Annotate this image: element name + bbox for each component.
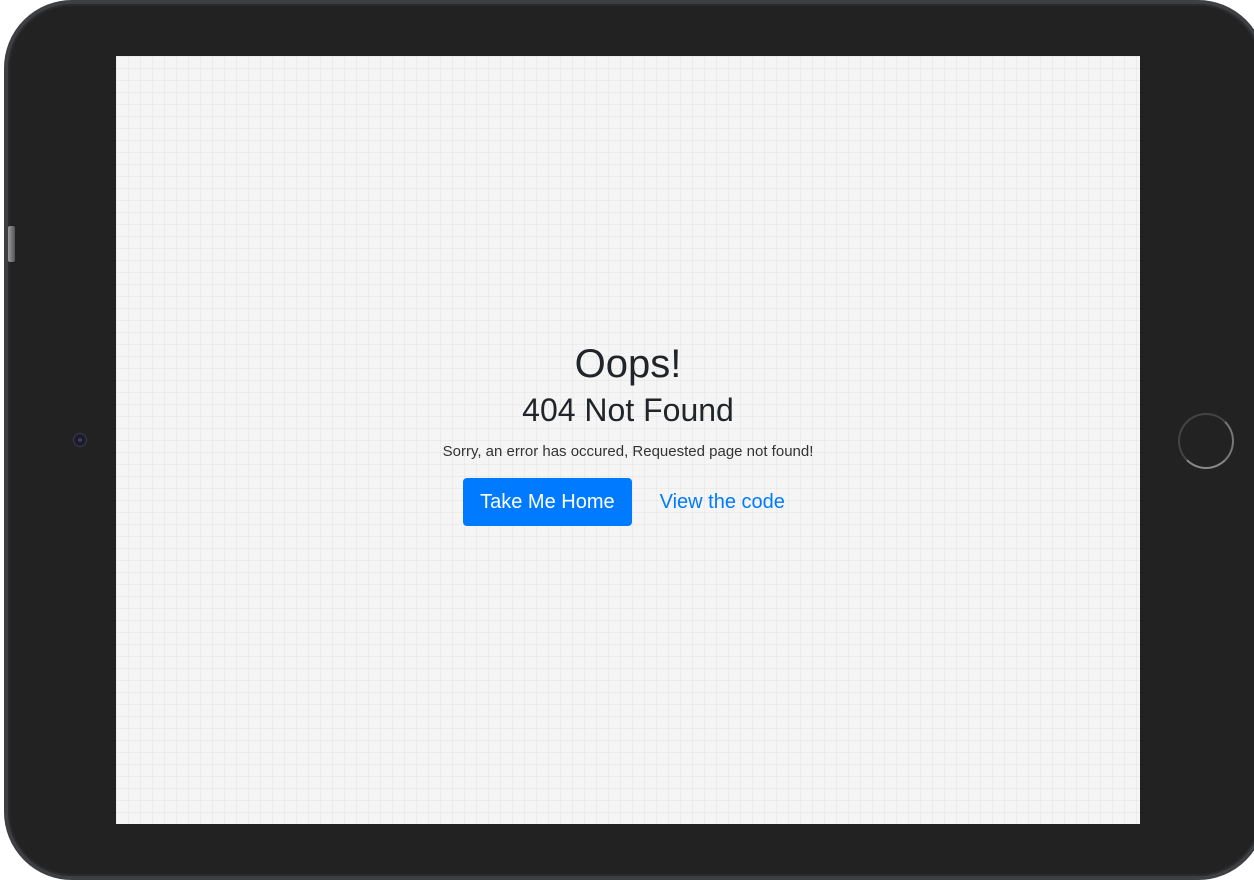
view-code-link[interactable]: View the code [660,491,785,514]
side-volume-button [8,226,15,262]
camera-icon [73,433,87,447]
error-title: Oops! [574,342,682,386]
home-button-icon[interactable] [1178,413,1234,469]
tablet-screen: Oops! 404 Not Found Sorry, an error has … [116,56,1140,824]
error-actions: Take Me Home View the code [116,478,1140,526]
error-content: Oops! 404 Not Found Sorry, an error has … [116,340,1140,526]
error-message: Sorry, an error has occured, Requested p… [442,443,814,460]
take-me-home-button[interactable]: Take Me Home [463,478,632,526]
error-subtitle: 404 Not Found [522,392,734,428]
